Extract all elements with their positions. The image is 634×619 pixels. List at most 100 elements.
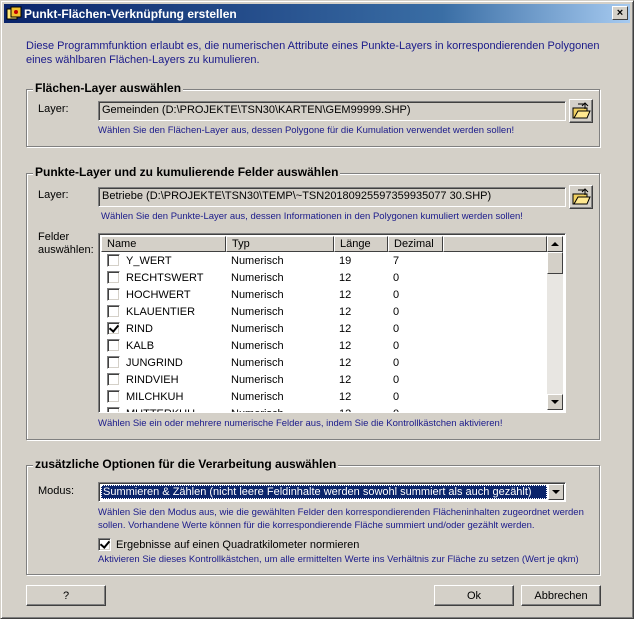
field-length: 12	[334, 408, 388, 413]
table-row[interactable]: JUNGRIND Numerisch 12 0	[101, 354, 547, 371]
field-type: Numerisch	[231, 339, 284, 352]
cancel-button[interactable]: Abbrechen	[521, 585, 601, 606]
mode-select-value: Summieren & Zählen (nicht leere Feldinha…	[101, 485, 547, 499]
field-checkbox[interactable]	[107, 373, 120, 386]
field-checkbox[interactable]	[107, 356, 120, 369]
field-name: RECHTSWERT	[126, 271, 204, 284]
ok-button-label: Ok	[466, 589, 482, 602]
cell-name: RIND	[101, 322, 226, 335]
field-length: 12	[339, 288, 352, 301]
options-group-title: zusätzliche Optionen für die Verarbeitun…	[33, 457, 339, 471]
field-name: KLAUENTIER	[126, 305, 196, 318]
field-type: Numerisch	[231, 254, 284, 267]
ok-button[interactable]: Ok	[434, 585, 514, 606]
close-button[interactable]: ×	[612, 6, 628, 20]
point-layer-hint: Wählen Sie den Punkte-Layer aus, dessen …	[101, 211, 523, 222]
field-checkbox[interactable]	[107, 305, 120, 318]
fields-list-scrollbar[interactable]	[547, 236, 563, 410]
table-row[interactable]: KLAUENTIER Numerisch 12 0	[101, 303, 547, 320]
intro-line-2: eines wählbaren Flächen-Layers zu kumuli…	[26, 54, 260, 66]
arrow-down-icon	[551, 400, 559, 404]
title-bar[interactable]: Punkt-Flächen-Verknüpfung erstellen ×	[4, 4, 630, 23]
intro-text: Diese Programmfunktion erlaubt es, die n…	[26, 39, 616, 67]
point-layer-group-title: Punkte-Layer und zu kumulierende Felder …	[33, 165, 341, 179]
mode-dropdown-button[interactable]	[548, 484, 564, 500]
field-type: Numerisch	[231, 288, 284, 301]
column-header-type[interactable]: Typ	[226, 236, 334, 252]
fields-label-line-1: Felder	[38, 231, 70, 243]
field-type: Numerisch	[231, 373, 284, 386]
column-header-decimal[interactable]: Dezimal	[388, 236, 443, 252]
normalize-checkbox[interactable]	[98, 538, 111, 551]
normalize-option[interactable]: Ergebnisse auf einen Quadratkilometer no…	[98, 538, 359, 551]
normalize-label: Ergebnisse auf einen Quadratkilometer no…	[116, 538, 360, 551]
field-checkbox[interactable]	[107, 407, 120, 412]
field-type: Numerisch	[231, 305, 284, 318]
field-name: MUTTERKUH	[126, 408, 195, 413]
field-decimal: 7	[393, 254, 400, 267]
field-checkbox[interactable]	[107, 271, 120, 284]
cell-name: MILCHKUH	[101, 390, 226, 403]
window-title: Punkt-Flächen-Verknüpfung erstellen	[24, 6, 237, 21]
dialog-window: Punkt-Flächen-Verknüpfung erstellen × Di…	[0, 0, 634, 619]
close-icon: ×	[616, 6, 624, 19]
field-checkbox[interactable]	[107, 322, 120, 335]
fields-label-line-2: auswählen:	[38, 244, 94, 256]
point-layer-field[interactable]: Betriebe (D:\PROJEKTE\TSN30\TEMP\~TSN201…	[98, 187, 566, 207]
column-header-name[interactable]: Name	[101, 236, 226, 252]
cell-name: KALB	[101, 339, 226, 352]
mode-label: Modus:	[38, 485, 75, 497]
field-decimal: 0	[388, 408, 443, 413]
table-row[interactable]: KALB Numerisch 12 0	[101, 337, 547, 354]
area-layer-label: Layer:	[38, 103, 69, 115]
field-name: HOCHWERT	[126, 288, 191, 301]
table-row[interactable]: RECHTSWERT Numerisch 12 0	[101, 269, 547, 286]
field-length: 12	[339, 305, 352, 318]
field-checkbox[interactable]	[107, 339, 120, 352]
field-checkbox[interactable]	[107, 390, 120, 403]
area-layer-field[interactable]: Gemeinden (D:\PROJEKTE\TSN30\KARTEN\GEM9…	[98, 101, 566, 121]
field-type: Numerisch	[226, 408, 334, 413]
field-decimal: 0	[393, 390, 400, 403]
field-checkbox[interactable]	[107, 288, 120, 301]
field-name: JUNGRIND	[126, 356, 183, 369]
point-layer-label: Layer:	[38, 189, 69, 201]
fields-label: Felder auswählen:	[38, 231, 94, 257]
mode-select[interactable]: Summieren & Zählen (nicht leere Feldinha…	[98, 482, 566, 502]
table-row[interactable]: RINDVIEH Numerisch 12 0	[101, 371, 547, 388]
field-length: 19	[339, 254, 352, 267]
fields-listview[interactable]: Name Typ Länge Dezimal Y_WERT Numerisch 19…	[98, 233, 566, 413]
point-layer-browse-button[interactable]	[569, 185, 593, 209]
fields-list-hint: Wählen Sie ein oder mehrere numerische F…	[98, 418, 503, 429]
field-length: 12	[339, 271, 352, 284]
field-name: RIND	[126, 322, 153, 335]
scroll-up-button[interactable]	[547, 236, 563, 252]
area-layer-hint: Wählen Sie den Flächen-Layer aus, dessen…	[98, 125, 515, 136]
cell-name: HOCHWERT	[101, 288, 226, 301]
field-length: 12	[339, 373, 352, 386]
cell-name: RECHTSWERT	[101, 271, 226, 284]
table-row[interactable]: RIND Numerisch 12 0	[101, 320, 547, 337]
column-header-length[interactable]: Länge	[334, 236, 388, 252]
field-name: Y_WERT	[126, 254, 172, 267]
field-decimal: 0	[393, 339, 400, 352]
table-row[interactable]: MUTTERKUH Numerisch120	[101, 405, 547, 413]
scroll-thumb[interactable]	[547, 252, 563, 274]
cancel-button-label: Abbrechen	[534, 589, 588, 602]
cell-name: KLAUENTIER	[101, 305, 226, 318]
open-folder-icon	[572, 102, 591, 119]
area-layer-browse-button[interactable]	[569, 99, 593, 123]
scroll-down-button[interactable]	[547, 394, 563, 410]
cell-name: JUNGRIND	[101, 356, 226, 369]
field-checkbox[interactable]	[107, 254, 120, 267]
help-button[interactable]: ?	[26, 585, 106, 606]
field-decimal: 0	[393, 271, 400, 284]
table-row[interactable]: MILCHKUH Numerisch 12 0	[101, 388, 547, 405]
field-length: 12	[339, 390, 352, 403]
open-folder-icon	[572, 188, 591, 205]
field-name: KALB	[126, 339, 155, 352]
table-row[interactable]: HOCHWERT Numerisch 12 0	[101, 286, 547, 303]
field-type: Numerisch	[231, 390, 284, 403]
field-name: RINDVIEH	[126, 373, 179, 386]
table-row[interactable]: Y_WERT Numerisch 19 7	[101, 252, 547, 269]
